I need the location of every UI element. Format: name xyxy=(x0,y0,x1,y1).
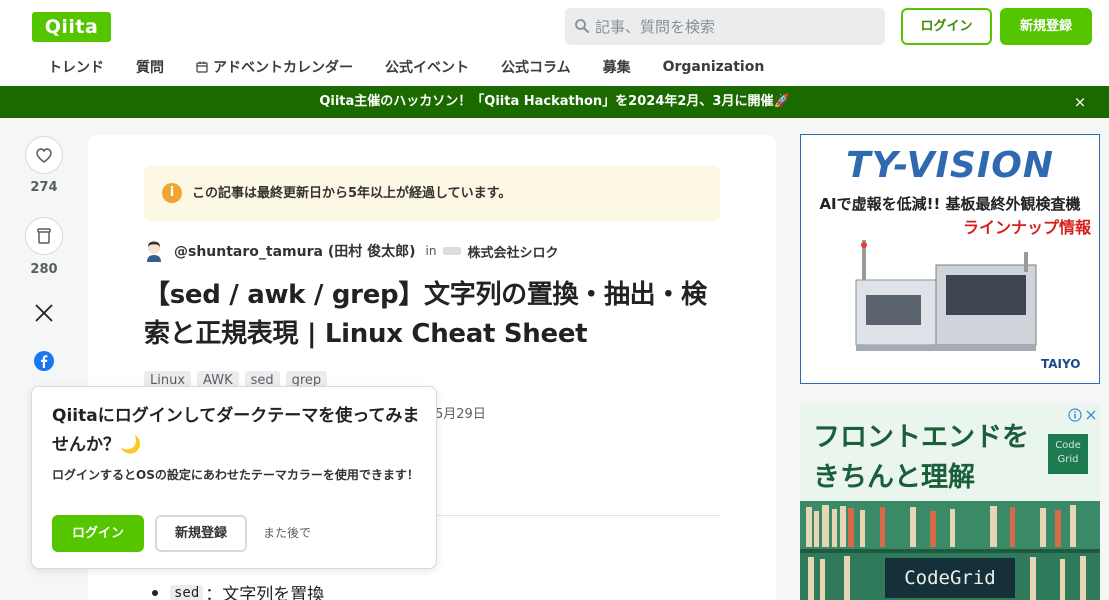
machine-image xyxy=(855,240,1037,351)
ad-brand: TAIYO xyxy=(1041,357,1081,371)
ad-subheadline: ラインナップ情報 xyxy=(962,218,1091,237)
dark-theme-popup: Qiitaにログインしてダークテーマを使ってみませんか？🌙 ログインするとOSの… xyxy=(31,386,437,569)
stock-icon xyxy=(37,228,51,244)
author-row: @shuntaro_tamura (田村 俊太郎) in 株式会社シロク xyxy=(144,239,558,263)
post-date: 5月29日 xyxy=(435,407,486,422)
nav-item-advent-calendar[interactable]: アドベントカレンダー xyxy=(196,54,353,80)
heart-icon xyxy=(36,148,52,163)
organization-name[interactable]: 株式会社シロク xyxy=(467,242,558,261)
nav-item-official-column[interactable]: 公式コラム xyxy=(501,54,571,80)
author-name[interactable]: @shuntaro_tamura (田村 俊太郎) xyxy=(174,241,416,261)
announcement-banner: Qiita主催のハッカソン！「Qiita Hackathon」を2024年2月、… xyxy=(0,86,1109,118)
inline-code: sed xyxy=(170,584,204,600)
calendar-icon xyxy=(196,61,208,73)
ad-label: CodeGrid xyxy=(885,558,1015,598)
qiita-logo[interactable]: Qiita xyxy=(32,12,111,42)
popup-login-button[interactable]: ログイン xyxy=(52,515,144,552)
stock-button[interactable] xyxy=(25,217,63,255)
list-item: sed ：文字列を置換 xyxy=(152,580,324,600)
avatar[interactable] xyxy=(144,240,164,262)
nav-item-label: 質問 xyxy=(136,60,164,76)
nav-item-organization[interactable]: Organization xyxy=(663,54,765,80)
outdated-notice: i この記事は最終更新日から5年以上が経過しています。 xyxy=(144,166,720,221)
login-button[interactable]: ログイン xyxy=(901,8,992,45)
main-nav: トレンド 質問 アドベントカレンダー 公式イベント 公式コラム 募集 Organ… xyxy=(32,54,764,80)
ad-ty-vision[interactable]: TY-VISION AIで虚報を低減!! 基板最終外観検査機 ラインナップ情報 … xyxy=(800,134,1100,384)
nav-item-label: 公式コラム xyxy=(501,60,571,76)
info-icon: i xyxy=(162,183,182,203)
search-box[interactable] xyxy=(565,8,885,45)
site-header: Qiita ログイン 新規登録 トレンド 質問 アドベントカレンダー 公式イベン… xyxy=(0,0,1109,86)
like-count: 274 xyxy=(30,180,58,195)
popup-title: Qiitaにログインしてダークテーマを使ってみませんか？🌙 xyxy=(52,406,420,455)
nav-item-recruit[interactable]: 募集 xyxy=(603,54,631,80)
search-icon xyxy=(575,19,589,33)
notice-text: この記事は最終更新日から5年以上が経過しています。 xyxy=(192,186,512,201)
signup-button[interactable]: 新規登録 xyxy=(1000,8,1092,45)
search-input[interactable] xyxy=(595,8,880,45)
ad-headline: AIで虚報を低減!! 基板最終外観検査機 xyxy=(819,195,1081,213)
close-icon[interactable]: × xyxy=(1072,93,1088,111)
nav-item-label: 募集 xyxy=(602,60,631,76)
nav-item-label: アドベントカレンダー xyxy=(213,60,353,76)
ad-logo: TY-VISION xyxy=(846,145,1054,186)
bullet xyxy=(152,589,158,596)
ad-codegrid[interactable]: フロントエンドをきちんと理解 Code Grid CodeGrid xyxy=(800,404,1100,600)
list-item-text: ：文字列を置換 xyxy=(205,585,325,600)
nav-item-official-events[interactable]: 公式イベント xyxy=(385,54,469,80)
nav-item-trend[interactable]: トレンド xyxy=(48,54,104,80)
popup-signup-button[interactable]: 新規登録 xyxy=(155,515,247,552)
organization-logo[interactable] xyxy=(443,247,462,255)
ad-badge: Code Grid xyxy=(1048,434,1088,474)
banner-link[interactable]: Qiita主催のハッカソン！「Qiita Hackathon」を2024年2月、… xyxy=(0,86,1109,118)
popup-later-button[interactable]: また後で xyxy=(263,515,311,552)
x-share-icon[interactable] xyxy=(34,303,54,323)
nav-item-label: Organization xyxy=(662,59,765,75)
ad-info-icon[interactable] xyxy=(1068,408,1098,422)
ad-title: フロントエンドをきちんと理解 xyxy=(813,422,1029,493)
stock-count: 280 xyxy=(30,262,58,277)
popup-description: ログインするとOSの設定にあわせたテーマカラーを使用できます！ xyxy=(52,468,419,482)
nav-item-label: トレンド xyxy=(48,60,104,76)
facebook-share-icon[interactable] xyxy=(34,351,54,371)
nav-item-questions[interactable]: 質問 xyxy=(136,54,164,80)
like-button[interactable] xyxy=(25,136,63,174)
nav-item-label: 公式イベント xyxy=(385,60,469,76)
article-title: 【sed / awk / grep】文字列の置換・抽出・検索と正規表現 | Li… xyxy=(144,280,707,349)
in-label: in xyxy=(425,244,437,258)
